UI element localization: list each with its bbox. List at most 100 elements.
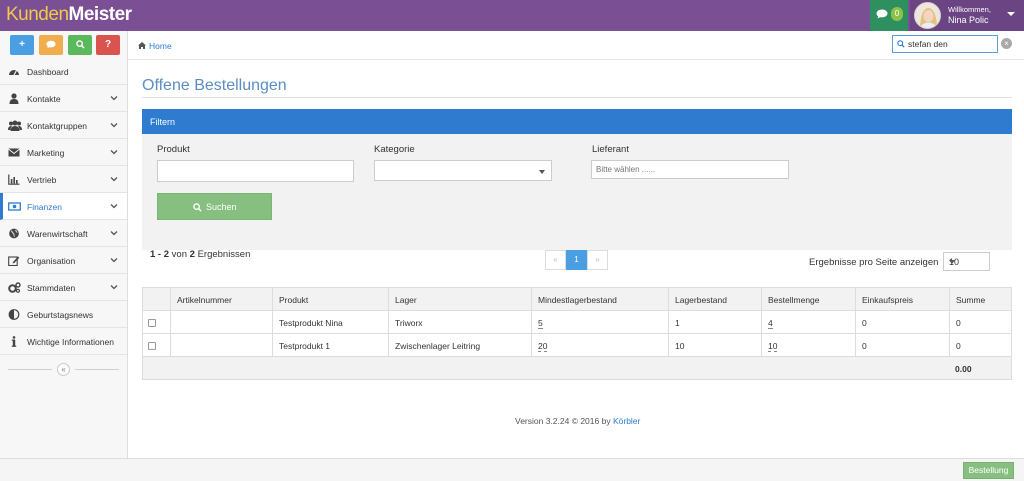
- table-cell[interactable]: 5: [532, 311, 669, 334]
- row-checkbox[interactable]: [148, 319, 156, 327]
- kategorie-label: Kategorie: [374, 144, 415, 155]
- sidebar-item-geburtstagsnews[interactable]: Geburtstagsnews: [0, 301, 127, 328]
- table-cell: Testprodukt Nina: [273, 311, 389, 334]
- row-checkbox[interactable]: [148, 342, 156, 350]
- chevron-down-icon: [110, 285, 118, 290]
- user-name: Nina Polic: [948, 15, 989, 25]
- orders-table: Artikelnummer Produkt Lager Mindestlager…: [142, 287, 1012, 380]
- lieferant-select[interactable]: [591, 160, 789, 179]
- lieferant-input[interactable]: [592, 161, 788, 178]
- chevron-down-icon: [110, 204, 118, 209]
- table-cell[interactable]: 4: [762, 311, 856, 334]
- quick-add-button[interactable]: +: [10, 35, 34, 55]
- produkt-input[interactable]: [158, 161, 353, 181]
- clear-search-icon[interactable]: ×: [1001, 38, 1012, 49]
- column-header[interactable]: Einkaufspreis: [856, 288, 950, 311]
- search-button[interactable]: Suchen: [157, 193, 272, 220]
- page-title: Offene Bestellungen: [142, 77, 287, 94]
- edit-icon: [8, 256, 20, 266]
- bar-chart-icon: [8, 174, 20, 185]
- prev-page-button[interactable]: «: [545, 250, 566, 270]
- search-input[interactable]: [908, 38, 994, 50]
- collapse-sidebar-button[interactable]: «: [57, 363, 70, 376]
- column-header[interactable]: Produkt: [273, 288, 389, 311]
- global-search[interactable]: [892, 35, 998, 53]
- version-text: Version 3.2.24 © 2016 by: [515, 416, 611, 426]
- filter-header[interactable]: Filtern: [142, 109, 1012, 134]
- sidebar-item-stammdaten[interactable]: Stammdaten: [0, 274, 127, 301]
- table-cell[interactable]: 20: [532, 334, 669, 357]
- column-header[interactable]: Bestellmenge: [762, 288, 856, 311]
- produkt-label: Produkt: [157, 144, 190, 155]
- sidebar-collapse: «: [8, 363, 120, 376]
- quick-search-button[interactable]: [68, 35, 92, 55]
- app-logo[interactable]: KundenMeister: [6, 4, 132, 26]
- sidebar-item-kontaktgruppen[interactable]: Kontaktgruppen: [0, 112, 127, 139]
- sidebar-item-kontakte[interactable]: Kontakte: [0, 85, 127, 112]
- table-cell: 0: [950, 334, 1011, 357]
- page-1-button[interactable]: 1: [566, 250, 587, 270]
- table-cell: 0: [856, 334, 950, 357]
- messages-button[interactable]: 0: [870, 0, 908, 31]
- sidebar-item-label: Vertrieb: [27, 175, 57, 185]
- table-cell: 10: [669, 334, 762, 357]
- sidebar-item-vertrieb[interactable]: Vertrieb: [0, 166, 127, 193]
- sidebar: + ? Dashboard Kontakte Kontaktgruppen Ma…: [0, 31, 128, 481]
- produkt-field[interactable]: [157, 160, 354, 182]
- help-icon: ?: [104, 39, 112, 50]
- chevron-down-icon: [110, 258, 118, 263]
- table-cell: Zwischenlager Leitring: [389, 334, 532, 357]
- kategorie-select[interactable]: [374, 160, 552, 181]
- breadcrumb-home-link[interactable]: Home: [149, 41, 172, 51]
- results-range: 1 - 2: [150, 249, 170, 260]
- sidebar-item-organisation[interactable]: Organisation: [0, 247, 127, 274]
- quick-help-button[interactable]: ?: [96, 35, 120, 55]
- order-button[interactable]: Bestellung: [963, 462, 1014, 479]
- sidebar-item-marketing[interactable]: Marketing: [0, 139, 127, 166]
- plus-icon: +: [19, 39, 25, 50]
- table-sum-row: 0.00: [143, 357, 1011, 379]
- sidebar-item-label: Finanzen: [27, 202, 62, 212]
- table-cell[interactable]: 10: [762, 334, 856, 357]
- column-header[interactable]: Lagerbestand: [669, 288, 762, 311]
- table-cell: Triworx: [389, 311, 532, 334]
- row-checkbox-cell: [143, 311, 171, 334]
- company-link[interactable]: Körbler: [613, 416, 640, 426]
- users-icon: [8, 120, 22, 131]
- sidebar-item-label: Wichtige Informationen: [27, 337, 114, 347]
- per-page-select[interactable]: 10: [943, 252, 990, 271]
- sidebar-item-wichtige-informationen[interactable]: Wichtige Informationen: [0, 328, 127, 355]
- filter-panel: Filtern Produkt Kategorie Lieferant Such…: [142, 109, 1012, 250]
- sidebar-item-warenwirtschaft[interactable]: Warenwirtschaft: [0, 220, 127, 247]
- divider: [142, 97, 1012, 98]
- quick-chat-button[interactable]: [39, 35, 63, 55]
- money-icon: [8, 202, 21, 211]
- top-bar: KundenMeister 0 Willkommen, Nina Polic: [0, 0, 1024, 31]
- column-header[interactable]: Mindestlagerbestand: [532, 288, 669, 311]
- column-header[interactable]: Summe: [950, 288, 1011, 311]
- results-total: 2: [189, 249, 195, 260]
- next-page-button[interactable]: »: [587, 250, 608, 270]
- globe-icon: [9, 228, 19, 239]
- avatar-image: [915, 3, 940, 28]
- column-header[interactable]: Artikelnummer: [171, 288, 273, 311]
- per-page-label: Ergebnisse pro Seite anzeigen: [809, 257, 939, 268]
- results-count: 1 - 2 von 2 Ergebnissen: [150, 249, 250, 260]
- logo-part-1: Kunden: [6, 4, 69, 25]
- divider: [8, 369, 52, 370]
- user-menu[interactable]: Willkommen, Nina Polic: [910, 0, 1024, 31]
- results-suffix: Ergebnissen: [197, 249, 251, 260]
- sidebar-item-label: Stammdaten: [27, 283, 76, 293]
- sidebar-item-dashboard[interactable]: Dashboard: [0, 58, 127, 85]
- chevron-down-icon: [110, 150, 118, 155]
- chevron-down-icon: [949, 260, 955, 264]
- column-header[interactable]: Lager: [389, 288, 532, 311]
- sidebar-item-label: Organisation: [27, 256, 76, 266]
- sidebar-item-finanzen[interactable]: Finanzen: [0, 193, 127, 220]
- chevron-down-icon: [539, 170, 545, 174]
- info-icon: [11, 336, 17, 347]
- sidebar-item-label: Kontaktgruppen: [27, 121, 88, 131]
- results-von: von: [171, 249, 187, 260]
- chat-icon: [876, 9, 888, 19]
- table-cell: Testprodukt 1: [273, 334, 389, 357]
